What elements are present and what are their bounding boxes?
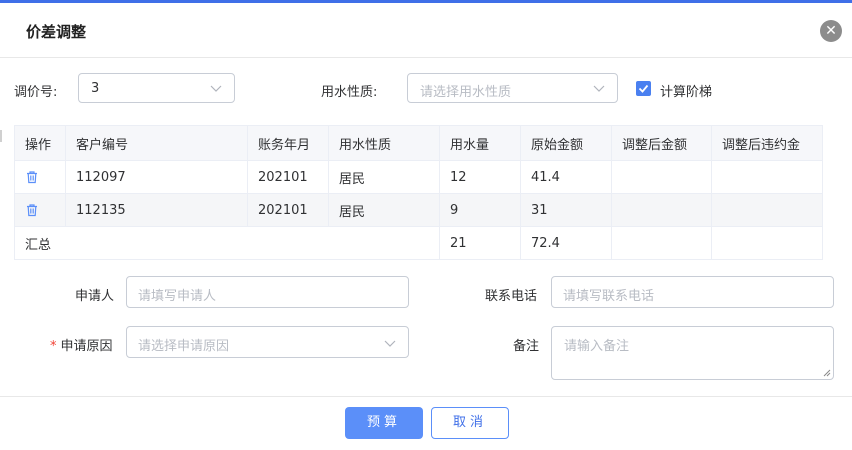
- customer-no-cell: 112135: [65, 193, 248, 227]
- price-no-label: 调价号:: [14, 85, 58, 100]
- reason-select[interactable]: 请选择申请原因: [126, 326, 409, 358]
- adjusted-penalty-cell[interactable]: [711, 160, 823, 194]
- adjusted-amount-cell[interactable]: [611, 193, 712, 227]
- reason-label-wrap: * 申请原因: [50, 335, 113, 354]
- usage-cell: 9: [439, 193, 521, 227]
- phone-input[interactable]: 请填写联系电话: [551, 276, 834, 308]
- top-accent-bar: [0, 0, 852, 3]
- summary-row: 汇总 21 72.4: [14, 226, 823, 260]
- col-header: 客户编号: [65, 125, 248, 161]
- original-amount-cell: 31: [520, 193, 612, 227]
- col-header: 调整后违约金: [711, 125, 823, 161]
- original-amount-cell: 41.4: [520, 160, 612, 194]
- remark-textarea[interactable]: 请输入备注: [551, 326, 834, 380]
- applicant-input[interactable]: 请填写申请人: [126, 276, 409, 308]
- required-mark: *: [50, 339, 57, 354]
- customer-no-cell: 112097: [65, 160, 248, 194]
- summary-label: 汇总: [14, 226, 440, 260]
- footer-divider: [0, 396, 852, 397]
- chevron-down-icon: [593, 85, 605, 92]
- col-header: 原始金额: [520, 125, 612, 161]
- col-header: 用水量: [439, 125, 521, 161]
- water-nature-label: 用水性质:: [321, 85, 378, 100]
- price-no-select[interactable]: 3: [78, 73, 235, 103]
- chevron-down-icon: [384, 340, 396, 347]
- remark-placeholder: 请输入备注: [564, 339, 630, 354]
- col-header: 用水性质: [328, 125, 440, 161]
- action-cell: [14, 160, 66, 194]
- account-month-cell: 202101: [247, 160, 329, 194]
- remark-label: 备注: [513, 339, 540, 354]
- dialog-title: 价差调整: [26, 23, 87, 41]
- delete-icon[interactable]: [25, 170, 39, 184]
- close-icon[interactable]: ✕: [820, 20, 842, 42]
- usage-cell: 12: [439, 160, 521, 194]
- adjusted-penalty-cell[interactable]: [711, 193, 823, 227]
- water-nature-cell: 居民: [328, 193, 440, 227]
- col-header: 账务年月: [247, 125, 329, 161]
- adjusted-amount-cell[interactable]: [611, 160, 712, 194]
- water-nature-placeholder: 请选择用水性质: [420, 85, 512, 100]
- applicant-placeholder: 请填写申请人: [138, 289, 217, 304]
- water-nature-cell: 居民: [328, 160, 440, 194]
- price-diff-table: 操作 客户编号 账务年月 用水性质 用水量 原始金额 调整后金额 调整后违约金 …: [14, 125, 823, 260]
- reason-placeholder: 请选择申请原因: [138, 339, 230, 354]
- budget-button[interactable]: 预算: [345, 407, 423, 439]
- reason-label: 申请原因: [60, 339, 113, 354]
- water-nature-select[interactable]: 请选择用水性质: [407, 73, 618, 103]
- col-header: 操作: [14, 125, 66, 161]
- table-row: 112097 202101 居民 12 41.4: [14, 160, 823, 194]
- resize-handle-icon[interactable]: [823, 369, 831, 377]
- summary-adjusted-amount: [611, 226, 712, 260]
- cancel-button[interactable]: 取消: [431, 407, 509, 439]
- price-no-value: 3: [91, 81, 100, 96]
- account-month-cell: 202101: [247, 193, 329, 227]
- table-header-row: 操作 客户编号 账务年月 用水性质 用水量 原始金额 调整后金额 调整后违约金: [14, 125, 823, 161]
- chevron-down-icon: [210, 85, 222, 92]
- summary-adjusted-penalty: [711, 226, 823, 260]
- backdrop-edge: [0, 130, 2, 142]
- col-header: 调整后金额: [611, 125, 712, 161]
- check-icon: [638, 84, 649, 93]
- applicant-label: 申请人: [75, 289, 115, 304]
- phone-placeholder: 请填写联系电话: [563, 289, 655, 304]
- summary-usage: 21: [439, 226, 521, 260]
- delete-icon[interactable]: [25, 203, 39, 217]
- tiered-label[interactable]: 计算阶梯: [660, 81, 712, 100]
- tiered-checkbox[interactable]: [636, 81, 651, 96]
- phone-label: 联系电话: [485, 289, 538, 304]
- summary-original-amount: 72.4: [520, 226, 612, 260]
- table-row: 112135 202101 居民 9 31: [14, 193, 823, 227]
- action-cell: [14, 193, 66, 227]
- header-divider: [0, 57, 852, 58]
